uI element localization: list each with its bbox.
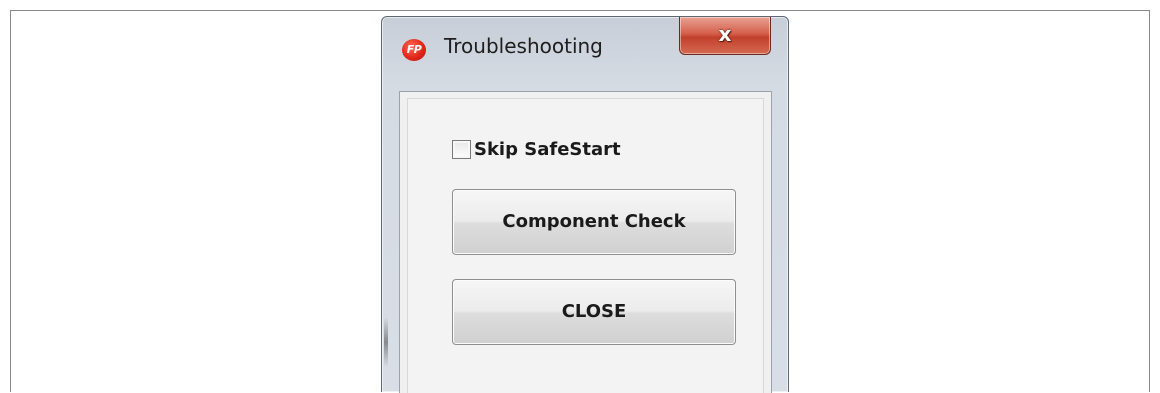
skip-safestart-label[interactable]: Skip SafeStart xyxy=(474,139,621,160)
component-check-button[interactable]: Component Check xyxy=(452,189,736,255)
content-panel: Skip SafeStart Component Check CLOSE xyxy=(407,98,764,393)
window-edge-shadow xyxy=(384,317,388,367)
skip-safestart-checkbox[interactable] xyxy=(452,140,471,159)
window-close-button[interactable]: x xyxy=(679,17,771,55)
close-button[interactable]: CLOSE xyxy=(452,279,736,345)
client-area: Skip SafeStart Component Check CLOSE xyxy=(399,91,772,393)
close-icon: x xyxy=(718,22,732,46)
app-logo-icon: FP xyxy=(402,39,426,61)
troubleshooting-dialog: FP Troubleshooting x Skip SafeStart Comp… xyxy=(381,16,789,393)
skip-safestart-option[interactable]: Skip SafeStart xyxy=(452,139,621,160)
title-bar[interactable]: FP Troubleshooting x xyxy=(382,17,788,79)
window-title: Troubleshooting xyxy=(444,34,603,58)
